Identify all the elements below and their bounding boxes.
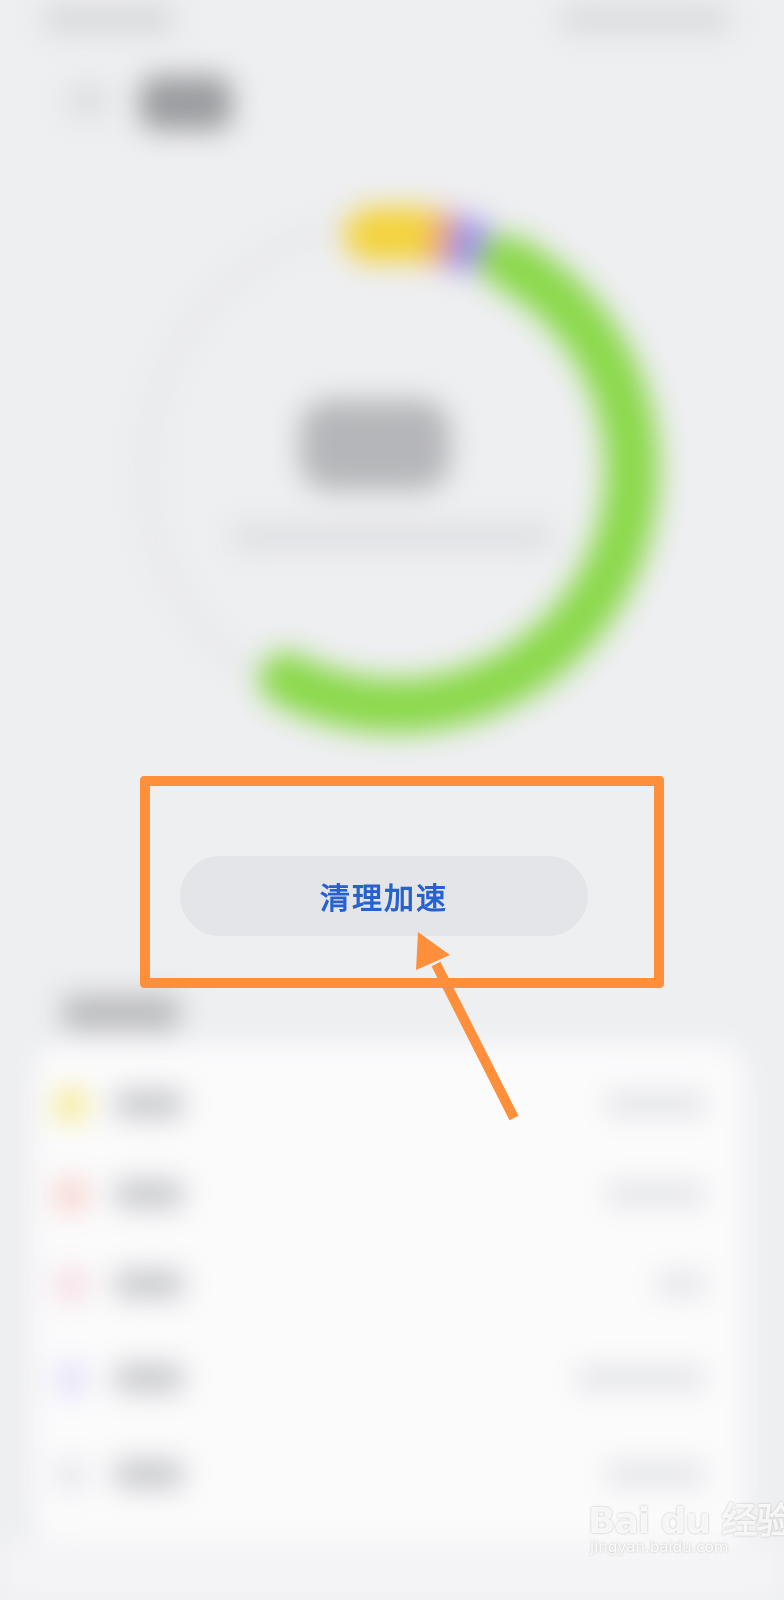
list-item[interactable]	[34, 1150, 746, 1240]
back-icon[interactable]	[68, 86, 108, 116]
list-item-color-dot	[54, 1268, 88, 1302]
list-item[interactable]	[34, 1240, 746, 1330]
list-item-value	[606, 1094, 706, 1114]
section-title	[62, 996, 180, 1030]
list-item-label	[114, 1364, 184, 1392]
list-item-value	[576, 1368, 706, 1388]
list-item[interactable]	[34, 1060, 746, 1150]
list-item-color-dot	[54, 1088, 88, 1122]
phone-screen: 清理加速 Bai du 经验 jingyan.baidu.com	[0, 0, 784, 1600]
list-item-value	[656, 1274, 706, 1294]
watermark-url: jingyan.baidu.com	[590, 1538, 729, 1556]
list-item-color-dot	[54, 1178, 88, 1212]
list-item[interactable]	[34, 1334, 746, 1424]
list-item-value	[606, 1184, 706, 1204]
list-item-label	[114, 1180, 184, 1208]
list-item-color-dot	[54, 1458, 88, 1492]
storage-used-caption	[232, 526, 552, 548]
storage-used-value	[300, 400, 450, 490]
list-item-label	[114, 1270, 184, 1298]
watermark-brand: Bai du 经验	[588, 1501, 784, 1542]
annotation-highlight-box	[140, 776, 664, 988]
list-item-color-dot	[54, 1362, 88, 1396]
baidu-jingyan-watermark: Bai du 经验 jingyan.baidu.com	[588, 1486, 784, 1566]
storage-list-card	[34, 1044, 746, 1544]
list-item-label	[114, 1460, 184, 1488]
status-bar-icons	[560, 6, 730, 32]
status-bar-time	[44, 6, 174, 32]
list-item-value	[606, 1464, 706, 1484]
page-title	[140, 76, 232, 130]
list-item-label	[114, 1090, 184, 1118]
